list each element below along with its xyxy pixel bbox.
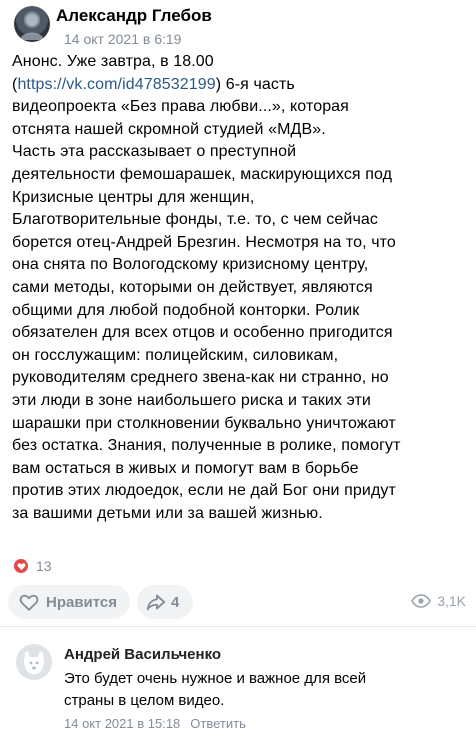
- post-text: Анонс. Уже завтра, в 18.00 (https://vk.c…: [12, 51, 464, 525]
- share-arrow-icon: [146, 594, 166, 611]
- profile-link[interactable]: https://vk.com/id478532199: [17, 76, 215, 93]
- post-text-line: руководителям среднего звена-как ни стра…: [12, 369, 389, 387]
- post-text-line: эти люди в зоне наибольшего риска и таки…: [12, 391, 371, 409]
- post-text-line: за вашими детьми или за вашей жизнью.: [12, 504, 323, 522]
- post-text-line: без остатка. Знания, полученные в ролике…: [12, 437, 401, 455]
- post-text-line: сами методы, которыми он действует, явля…: [12, 278, 373, 296]
- heart-outline-icon: [19, 594, 39, 611]
- post-text-line: общими для любой подобной конторки. Роли…: [12, 301, 360, 319]
- heart-filled-icon: [14, 559, 28, 573]
- author-avatar[interactable]: [14, 6, 50, 42]
- post-actions: Нравится 4 3,1K: [0, 585, 476, 621]
- post-date[interactable]: 14 окт 2021 в 6:19: [64, 31, 181, 47]
- share-count: 4: [171, 593, 180, 611]
- post-header: Александр Глебов 14 окт 2021 в 6:19: [12, 4, 464, 52]
- share-button[interactable]: 4: [137, 585, 193, 619]
- post-text-line: отснята нашей скромной студией «МДВ».: [12, 120, 326, 138]
- link-close-paren: ): [215, 75, 222, 93]
- post-text-line: Часть эта рассказывает о преступной: [12, 143, 297, 161]
- post-text-line: борется отец-Андрей Брезгин. Несмотря на…: [12, 233, 396, 251]
- like-button[interactable]: Нравится: [8, 585, 130, 619]
- post-text-line: Кризисные центры для женщин,: [12, 188, 255, 206]
- eye-icon: [411, 594, 432, 608]
- comment-author[interactable]: Андрей Васильченко: [64, 646, 221, 663]
- post-text-line: Благотворительные фонды, т.е. то, с чем …: [12, 211, 378, 229]
- dog-avatar-icon: [16, 644, 52, 680]
- post-text-line: обязателен для всех отцов и особенно при…: [12, 324, 393, 342]
- like-label: Нравится: [46, 593, 118, 611]
- divider: [0, 626, 476, 627]
- post-text-line: Анонс. Уже завтра, в 18.00: [12, 53, 214, 70]
- post-text-line: против этих людоедок, если не дай Бог он…: [12, 482, 396, 500]
- post-text-line: видеопроекта «Без права любви...», котор…: [12, 98, 349, 116]
- reactions-count: 13: [36, 558, 52, 574]
- post-text-line: деятельности фемошарашек, маскирующихся …: [12, 165, 393, 183]
- post-text-line: она снята по Вологодскому кризисному цен…: [12, 256, 369, 274]
- views-count: 3,1K: [437, 593, 466, 609]
- comment-text-line: Это будет очень нужное и важное для всей: [64, 670, 367, 687]
- reply-button[interactable]: Ответить: [190, 716, 246, 731]
- comment-avatar[interactable]: [16, 644, 52, 680]
- comment-meta: 14 окт 2021 в 15:18 Ответить: [64, 716, 246, 731]
- avatar-image: [20, 14, 44, 40]
- comment-text-line: страны в целом видео.: [64, 692, 225, 709]
- post-text-line: он госслужащим: полицейским, силовикам,: [12, 346, 339, 364]
- post-text-line: шарашки при столкновении буквально уничт…: [12, 414, 396, 432]
- post-text-line: 6-я часть: [225, 75, 295, 93]
- post-text-line: вам остаться в живых и помогут вам в бор…: [12, 459, 359, 477]
- author-name[interactable]: Александр Глебов: [56, 6, 212, 26]
- views-counter: 3,1K: [411, 593, 466, 609]
- comment-date[interactable]: 14 окт 2021 в 15:18: [64, 716, 180, 731]
- reactions-summary[interactable]: 13: [12, 556, 52, 576]
- comment-text: Это будет очень нужное и важное для всей…: [64, 668, 464, 712]
- post-text-line-link: (https://vk.com/id478532199) 6-я часть: [12, 74, 464, 97]
